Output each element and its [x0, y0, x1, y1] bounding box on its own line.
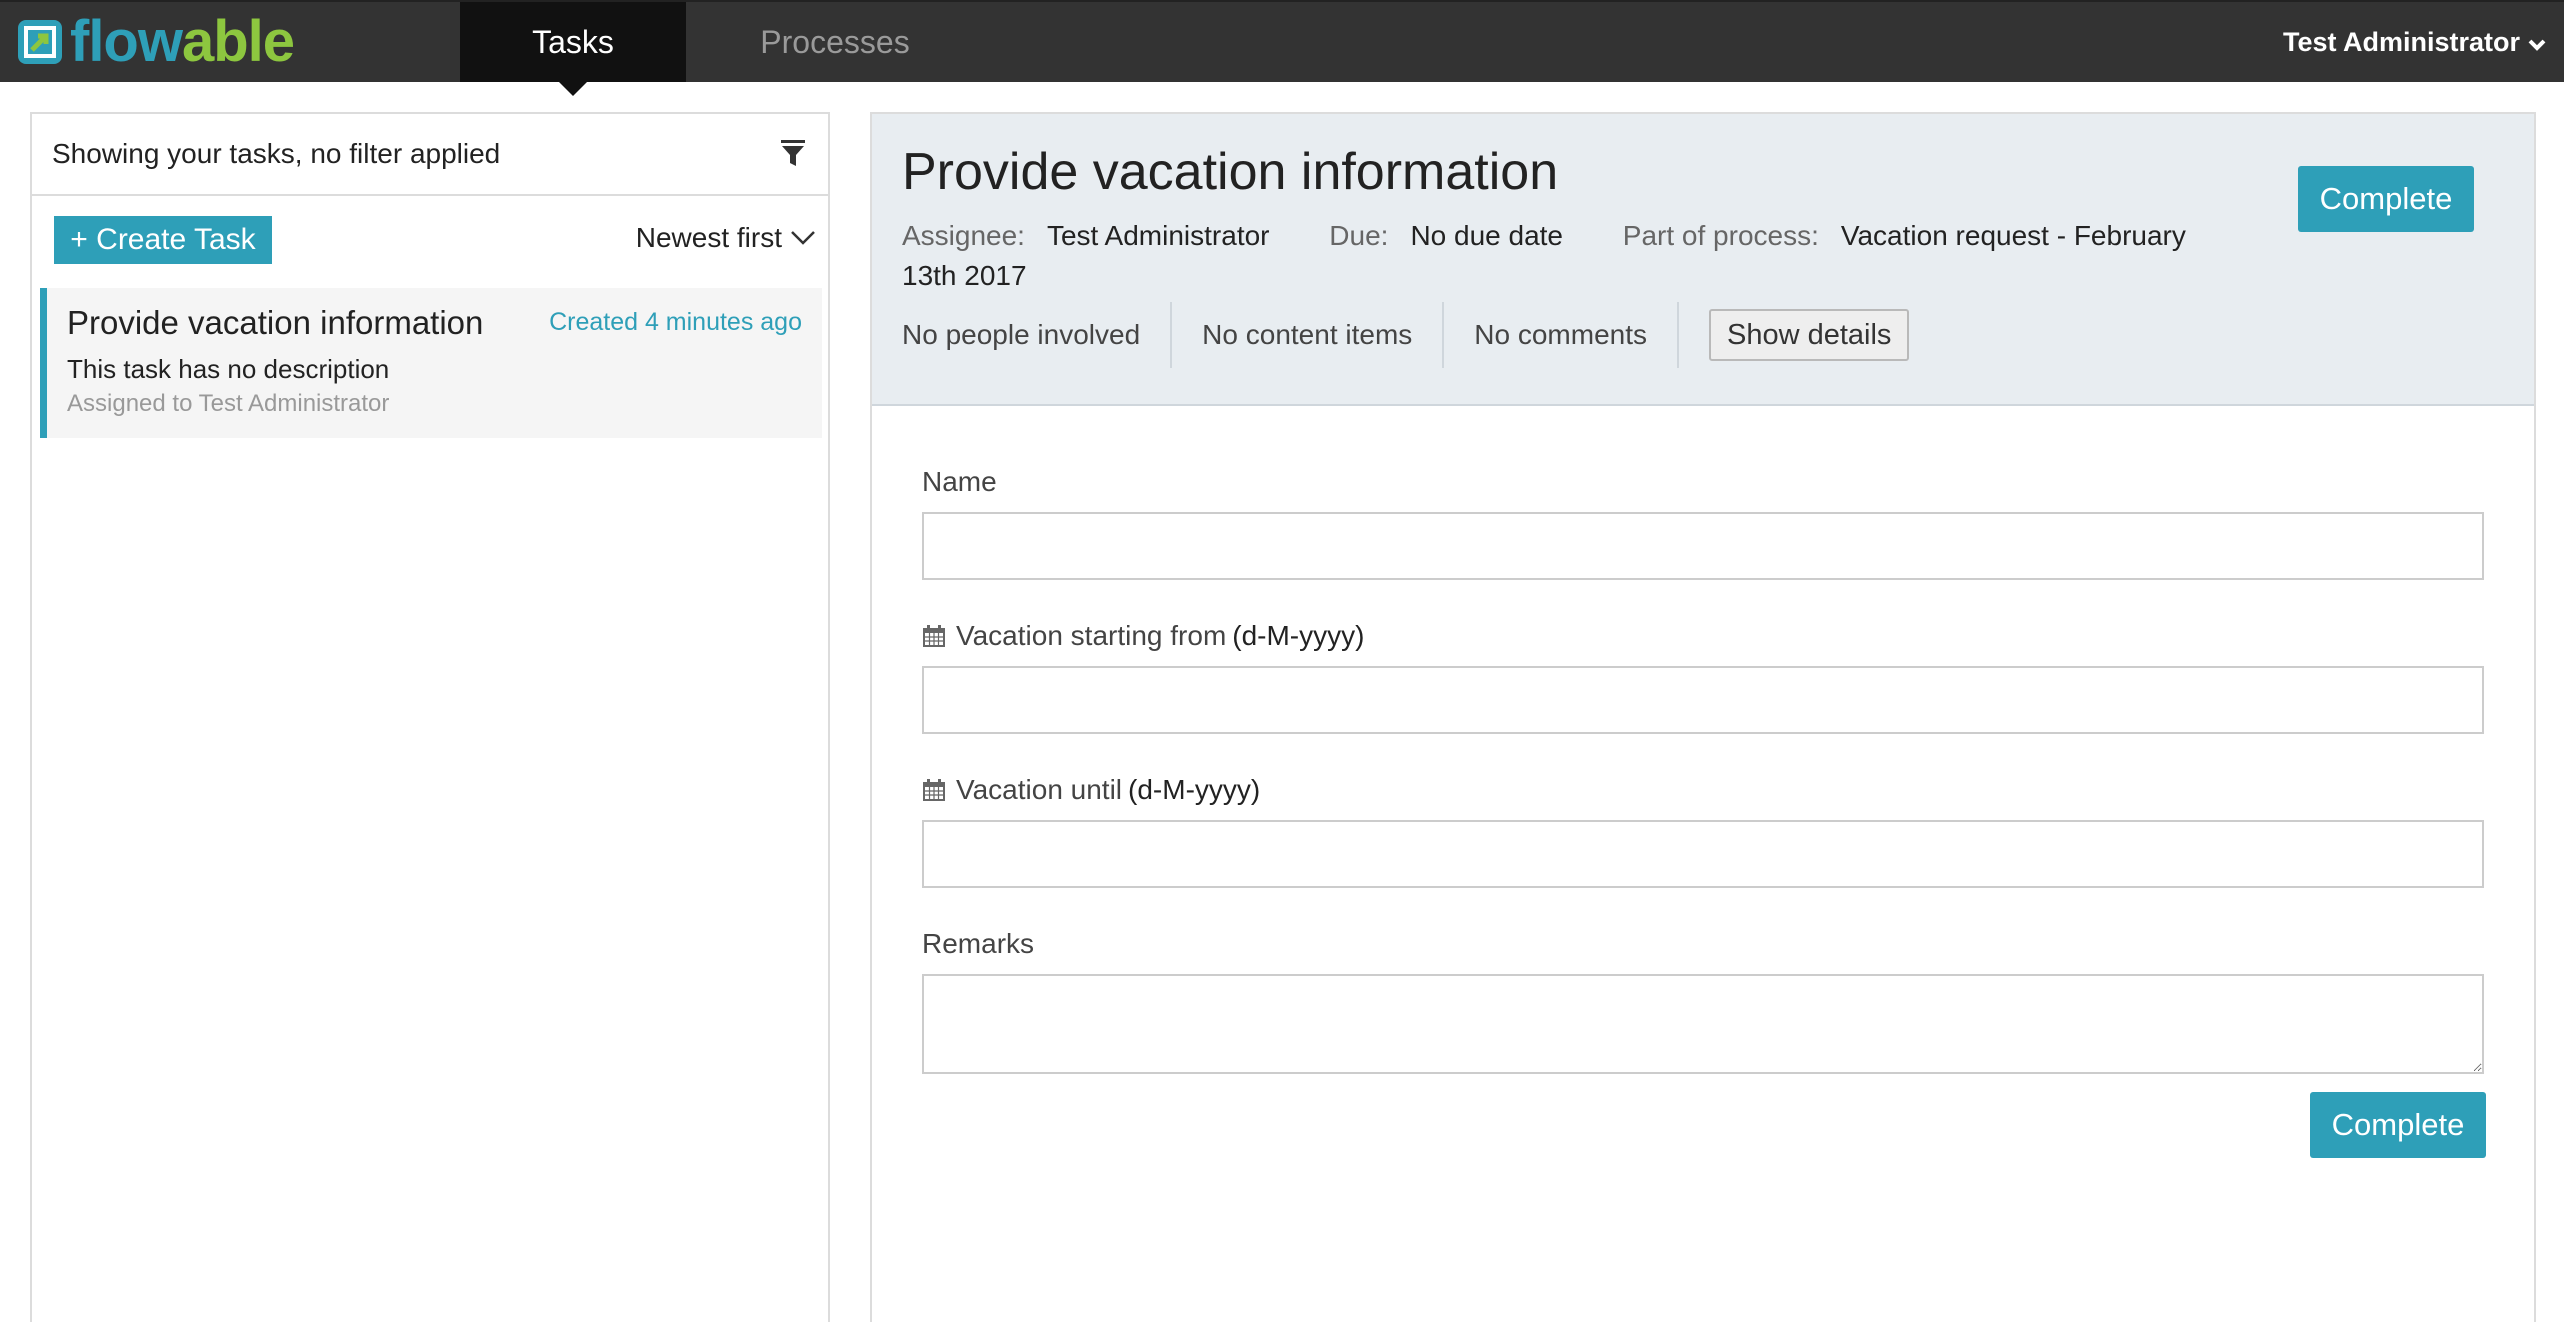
name-field-label: Name [922, 464, 2488, 500]
task-title: Provide vacation information [902, 143, 1559, 201]
task-item-title: Provide vacation information [67, 304, 484, 341]
tab-processes[interactable]: Processes [700, 2, 970, 82]
chevron-down-icon [2528, 27, 2546, 58]
name-input[interactable] [922, 512, 2484, 580]
filter-summary: Showing your tasks, no filter applied [52, 138, 501, 169]
vacation-start-input[interactable] [922, 666, 2484, 734]
tab-tasks[interactable]: Tasks [460, 2, 686, 96]
start-date-field-label: Vacation starting from (d-M-yyyy) [922, 618, 2488, 654]
calendar-icon [923, 779, 945, 801]
task-list-toolbar: + Create Task Newest first [32, 196, 828, 288]
show-details-button[interactable]: Show details [1709, 309, 1910, 361]
task-form: Name Vacation starting from (d-M-yyyy) V… [922, 464, 2488, 1074]
process-label: Part of process: [1622, 220, 1819, 251]
end-date-format: (d-M-yyyy) [1128, 774, 1261, 805]
task-item-description: This task has no description [67, 354, 390, 384]
remarks-label-text: Remarks [922, 928, 1035, 959]
logo-wordmark: flowable [70, 13, 295, 71]
task-stats: No people involved No content items No c… [902, 302, 1910, 368]
filter-bar: Showing your tasks, no filter applied [32, 114, 828, 196]
calendar-icon [923, 625, 945, 647]
logo-text-flow: flow [70, 9, 183, 74]
filter-icon[interactable] [778, 138, 808, 168]
due-label: Due: [1329, 220, 1389, 251]
start-date-format: (d-M-yyyy) [1232, 620, 1365, 651]
logo-text-able: able [181, 9, 295, 74]
due-value[interactable]: No due date [1410, 220, 1563, 251]
end-date-field-label: Vacation until (d-M-yyyy) [922, 772, 2488, 808]
user-name: Test Administrator [2282, 26, 2520, 57]
chevron-down-icon [791, 231, 815, 245]
comments-count[interactable]: No comments [1444, 302, 1679, 368]
task-list-item[interactable]: Provide vacation information Created 4 m… [40, 288, 822, 438]
vacation-until-input[interactable] [922, 820, 2484, 888]
remarks-textarea[interactable] [922, 974, 2484, 1074]
user-menu[interactable]: Test Administrator [2283, 2, 2546, 82]
top-navbar: flowable Tasks Processes Test Administra… [0, 0, 2564, 96]
content-items[interactable]: No content items [1172, 302, 1445, 368]
task-list-panel: Showing your tasks, no filter applied + … [30, 112, 830, 1322]
assignee-value[interactable]: Test Administrator [1047, 220, 1270, 251]
remarks-field-label: Remarks [922, 926, 2488, 962]
flowable-logo[interactable]: flowable [18, 13, 295, 71]
sort-label: Newest first [635, 222, 782, 253]
flowable-logo-icon [18, 20, 62, 64]
task-detail-panel: Provide vacation information Assignee: Te… [870, 112, 2536, 1322]
assignee-label: Assignee: [902, 220, 1025, 251]
end-date-label-text: Vacation until [956, 774, 1123, 805]
task-item-assignee: Assigned to Test Administrator [67, 390, 390, 417]
complete-button-top[interactable]: Complete [2298, 166, 2474, 232]
task-meta: Assignee: Test Administrator Due: No due d… [902, 216, 2242, 296]
complete-button-bottom[interactable]: Complete [2310, 1092, 2486, 1158]
sort-dropdown[interactable]: Newest first [636, 222, 816, 254]
task-item-created: Created 4 minutes ago [549, 308, 802, 336]
start-date-label-text: Vacation starting from [956, 620, 1227, 651]
task-detail-header: Provide vacation information Assignee: Te… [872, 114, 2534, 406]
create-task-button[interactable]: + Create Task [54, 216, 272, 264]
people-involved[interactable]: No people involved [902, 302, 1173, 368]
name-label-text: Name [922, 466, 997, 497]
